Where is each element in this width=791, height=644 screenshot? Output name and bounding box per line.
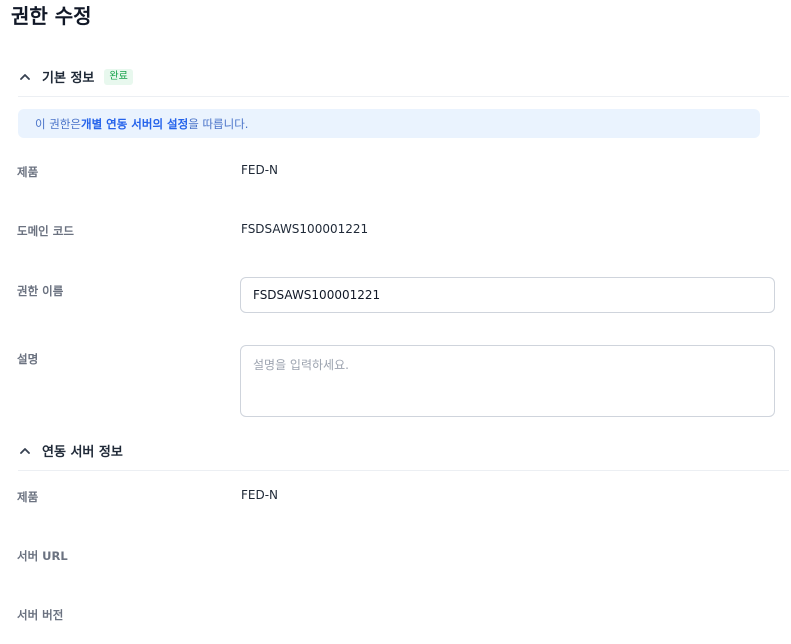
section-title: 기본 정보 <box>42 71 95 86</box>
section-title: 연동 서버 정보 <box>42 445 123 460</box>
description-textarea[interactable] <box>240 345 775 417</box>
chevron-up-icon <box>18 444 32 458</box>
page-title: 권한 수정 <box>11 4 92 28</box>
edit-permission-page: 권한 수정 기본 정보 완료 이 권한은 개별 연동 서버의 설정 을 따릅니다.… <box>0 0 791 644</box>
status-badge: 완료 <box>104 68 133 85</box>
description-label: 설명 <box>17 352 39 366</box>
permission-name-label: 권한 이름 <box>17 284 64 298</box>
domain-code-value: FSDSAWS100001221 <box>241 222 369 236</box>
info-banner: 이 권한은 개별 연동 서버의 설정 을 따릅니다. <box>18 109 760 138</box>
server-product-label: 제품 <box>17 490 39 504</box>
product-value: FED-N <box>241 163 279 177</box>
basic-info-section-header[interactable]: 기본 정보 완료 <box>18 57 789 97</box>
server-product-value: FED-N <box>241 488 279 502</box>
chevron-up-icon <box>18 70 32 84</box>
info-banner-prefix: 이 권한은 <box>35 116 81 131</box>
permission-name-input[interactable] <box>240 277 775 313</box>
product-label: 제품 <box>17 165 39 179</box>
server-url-label: 서버 URL <box>17 549 68 563</box>
info-banner-highlight: 개별 연동 서버의 설정 <box>80 116 189 131</box>
domain-code-label: 도메인 코드 <box>17 224 74 238</box>
server-version-label: 서버 버전 <box>17 608 64 622</box>
server-info-section-header[interactable]: 연동 서버 정보 <box>18 431 789 471</box>
info-banner-suffix: 을 따릅니다. <box>188 116 249 131</box>
